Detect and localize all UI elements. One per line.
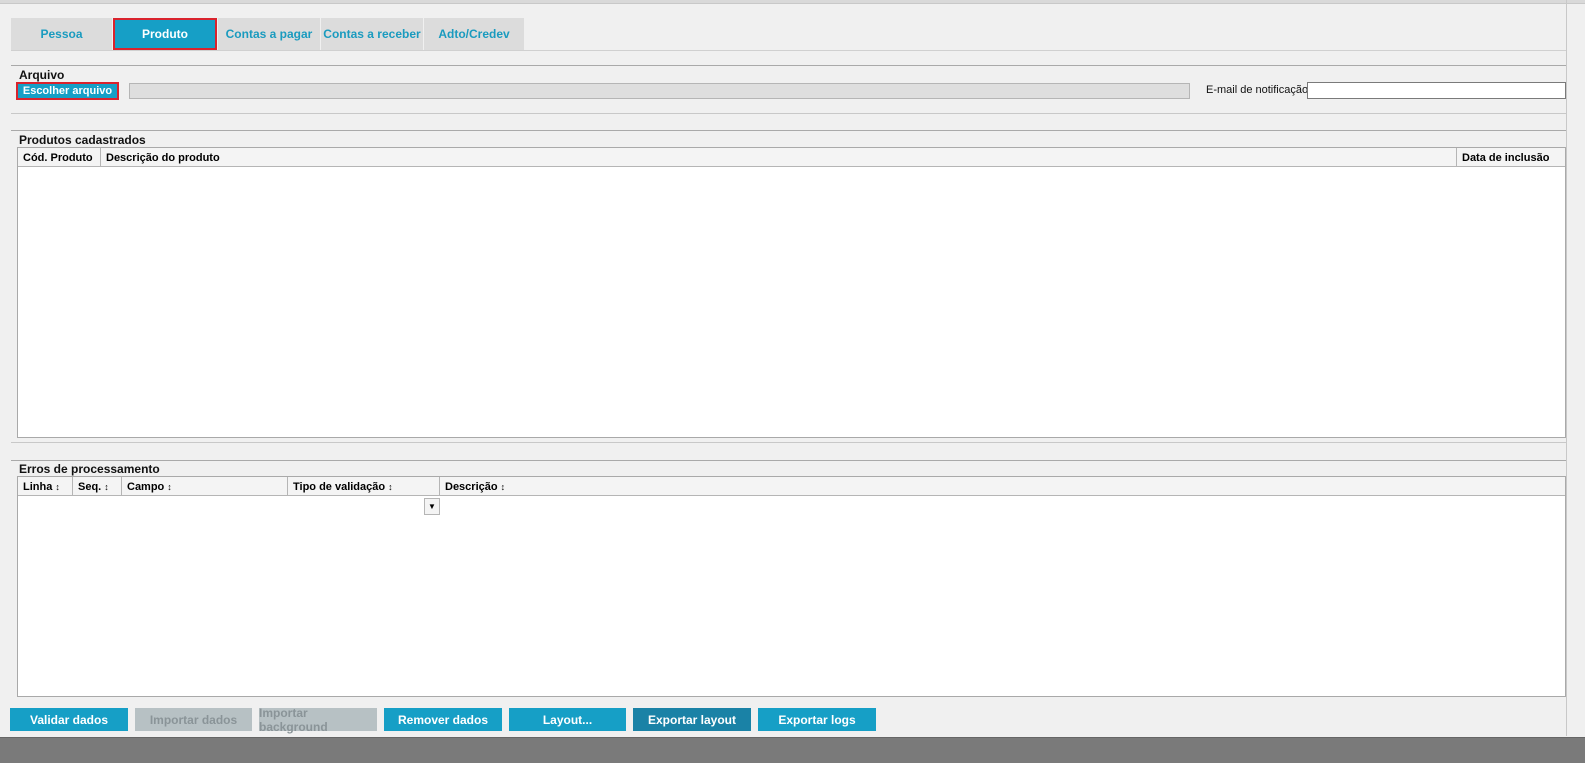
column-header-seq[interactable]: Seq. ↕ bbox=[73, 477, 122, 496]
section-divider bbox=[11, 130, 1566, 131]
produtos-title: Produtos cadastrados bbox=[19, 133, 146, 147]
section-divider bbox=[11, 113, 1566, 114]
sort-updown-icon[interactable]: ↕ bbox=[167, 482, 172, 492]
section-divider bbox=[11, 65, 1566, 66]
remover-dados-button[interactable]: Remover dados bbox=[384, 708, 502, 731]
section-divider bbox=[11, 442, 1566, 443]
column-header-linha[interactable]: Linha ↕ bbox=[18, 477, 73, 496]
right-border bbox=[1566, 0, 1567, 736]
column-label: Tipo de validação bbox=[293, 480, 386, 493]
erros-table-header: Linha ↕ Seq. ↕ Campo ↕ Tipo de validação ↕ D… bbox=[18, 477, 1565, 496]
column-header-tipo-validacao[interactable]: Tipo de validação ↕ bbox=[288, 477, 440, 496]
email-field[interactable] bbox=[1307, 82, 1566, 99]
erros-table: Linha ↕ Seq. ↕ Campo ↕ Tipo de validação ↕ D… bbox=[17, 476, 1566, 697]
arquivo-title: Arquivo bbox=[19, 68, 65, 82]
sort-updown-icon[interactable]: ↕ bbox=[55, 482, 60, 492]
section-divider bbox=[11, 460, 1566, 461]
sort-updown-icon[interactable]: ↕ bbox=[388, 482, 393, 492]
column-label: Descrição bbox=[445, 480, 498, 493]
chevron-down-icon: ▼ bbox=[428, 502, 436, 511]
importar-background-button[interactable]: Importar background bbox=[259, 706, 377, 734]
column-header-campo[interactable]: Campo ↕ bbox=[122, 477, 288, 496]
erros-title: Erros de processamento bbox=[19, 462, 160, 476]
tab-contas-a-pagar[interactable]: Contas a pagar bbox=[218, 18, 320, 50]
tab-produto[interactable]: Produto bbox=[113, 18, 217, 50]
column-label: Campo bbox=[127, 480, 165, 493]
file-path-field bbox=[129, 83, 1190, 99]
sort-updown-icon[interactable]: ↕ bbox=[501, 482, 506, 492]
column-header-cod-produto[interactable]: Cód. Produto bbox=[18, 148, 101, 167]
produtos-table: Cód. Produto Descrição do produto Data d… bbox=[17, 147, 1566, 438]
validar-dados-button[interactable]: Validar dados bbox=[10, 708, 128, 731]
sort-updown-icon[interactable]: ↕ bbox=[104, 482, 109, 492]
exportar-logs-button[interactable]: Exportar logs bbox=[758, 708, 876, 731]
column-label: Linha bbox=[23, 480, 53, 493]
top-border bbox=[0, 0, 1585, 4]
layout-button[interactable]: Layout... bbox=[509, 708, 626, 731]
exportar-layout-button[interactable]: Exportar layout bbox=[633, 708, 751, 731]
status-bar bbox=[0, 737, 1585, 763]
tab-divider bbox=[11, 50, 1566, 51]
column-header-descricao[interactable]: Descrição ↕ bbox=[440, 477, 1567, 496]
tab-contas-a-receber[interactable]: Contas a receber bbox=[321, 18, 423, 50]
column-header-descricao-produto[interactable]: Descrição do produto bbox=[101, 148, 1457, 167]
tab-pessoa[interactable]: Pessoa bbox=[11, 18, 112, 50]
choose-file-button[interactable]: Escolher arquivo bbox=[16, 82, 119, 100]
filter-dropdown-button[interactable]: ▼ bbox=[424, 498, 440, 515]
produtos-table-header: Cód. Produto Descrição do produto Data d… bbox=[18, 148, 1565, 167]
tab-adto-credev[interactable]: Adto/Credev bbox=[424, 18, 524, 50]
email-label: E-mail de notificação bbox=[1206, 84, 1309, 96]
column-header-data-inclusao[interactable]: Data de inclusão bbox=[1457, 148, 1567, 167]
importar-dados-button[interactable]: Importar dados bbox=[135, 708, 252, 731]
column-label: Seq. bbox=[78, 480, 102, 493]
